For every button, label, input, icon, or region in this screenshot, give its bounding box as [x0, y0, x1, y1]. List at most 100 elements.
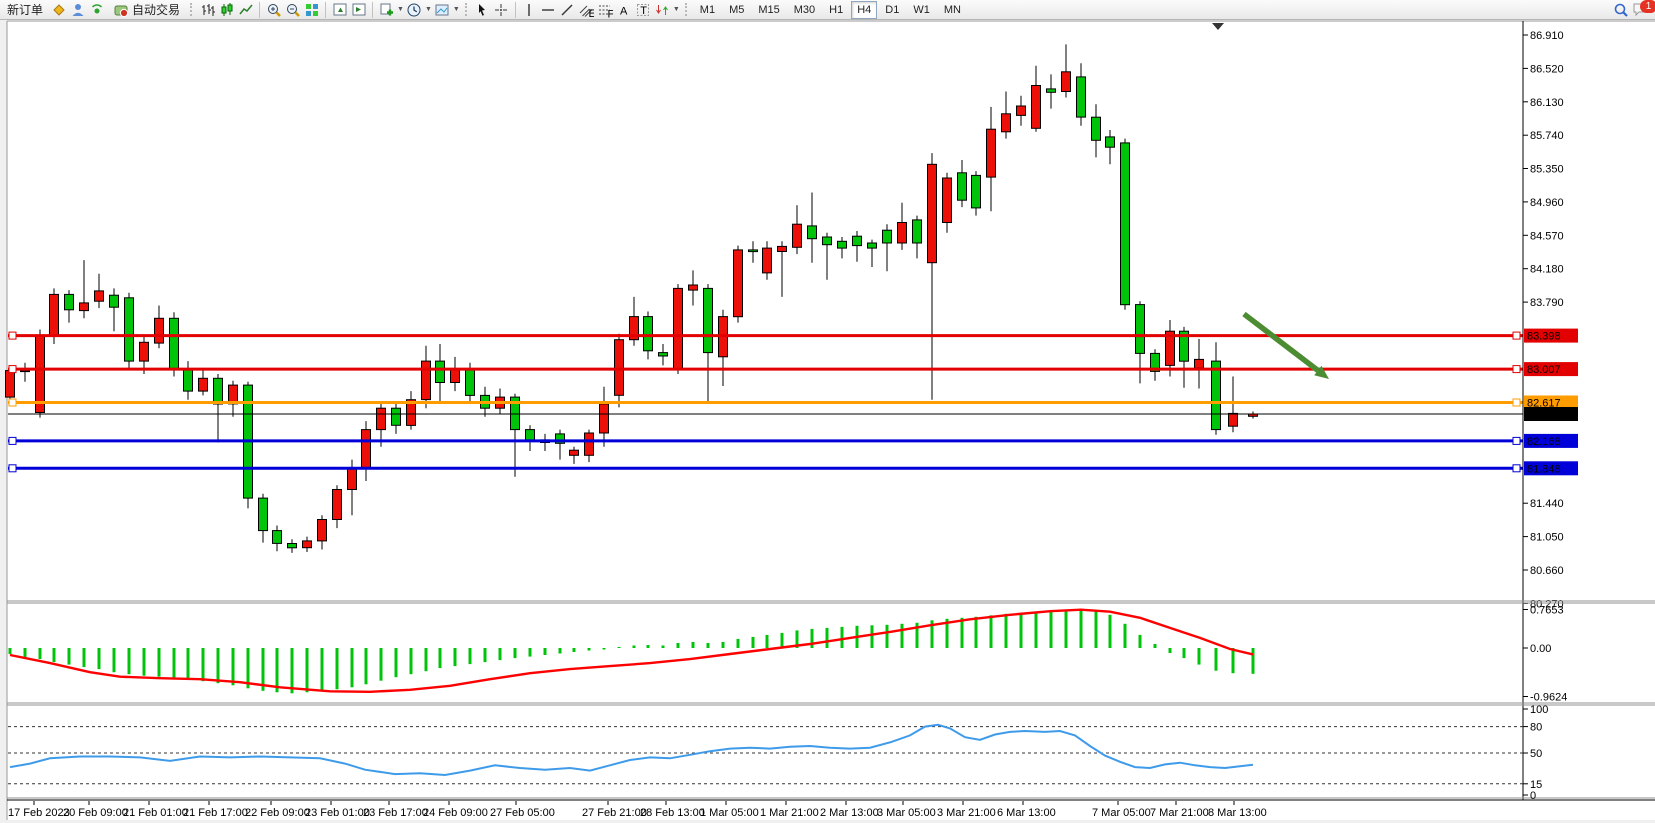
tab-timeframe-h4[interactable]: H4	[851, 1, 877, 19]
candle	[303, 541, 312, 548]
time-axis-label: 27 Feb 21:00	[582, 807, 647, 819]
cascade-charts-icon[interactable]	[350, 2, 367, 18]
line-handle[interactable]	[1513, 366, 1520, 373]
line-handle[interactable]	[9, 366, 16, 373]
svg-text:E: E	[589, 8, 595, 18]
candle	[674, 288, 683, 369]
line-handle[interactable]	[1513, 437, 1520, 444]
tab-timeframe-m15[interactable]: M15	[752, 1, 785, 19]
candle	[958, 173, 967, 200]
chevron-down-icon[interactable]: ▼	[397, 6, 404, 13]
crosshair-icon[interactable]	[493, 2, 510, 18]
bar-chart-icon[interactable]	[199, 2, 216, 18]
fibonacci-icon[interactable]: F	[597, 2, 614, 18]
toolbar-grip	[685, 3, 689, 16]
candle	[704, 288, 713, 352]
candle	[1047, 89, 1056, 92]
candle	[50, 294, 59, 335]
tab-timeframe-m1[interactable]: M1	[694, 1, 721, 19]
svg-text:T: T	[641, 5, 648, 17]
text-tool-icon[interactable]: A	[616, 2, 633, 18]
chevron-down-icon[interactable]: ▼	[673, 6, 680, 13]
tab-timeframe-mn[interactable]: MN	[938, 1, 967, 19]
search-icon[interactable]	[1612, 2, 1629, 18]
candle	[333, 490, 342, 520]
cursor-icon[interactable]	[474, 2, 491, 18]
autotrade-button[interactable]: 自动交易	[107, 0, 185, 20]
candle	[1106, 137, 1115, 147]
profile-icon[interactable]	[69, 2, 86, 18]
time-axis-label: 24 Feb 09:00	[423, 807, 488, 819]
zoom-in-icon[interactable]	[265, 2, 282, 18]
candlestick-chart-icon[interactable]	[218, 2, 235, 18]
candle	[734, 250, 743, 317]
candle	[392, 408, 401, 425]
price-badge-label: 82.482	[1527, 409, 1561, 421]
main-toolbar: 新订单 自动交易 ▼ ▼ ▼ E F A T ▼ M1 M5 M15 M30 H…	[0, 0, 1655, 20]
time-axis-label: 17 Feb 2023	[8, 807, 70, 819]
autotrade-icon	[112, 2, 129, 18]
candle	[838, 241, 847, 248]
candle	[808, 226, 817, 239]
svg-text:F: F	[608, 8, 614, 18]
line-handle[interactable]	[1513, 332, 1520, 339]
candle	[585, 433, 594, 455]
candle	[763, 248, 772, 273]
candle	[65, 294, 74, 309]
line-handle[interactable]	[1513, 399, 1520, 406]
tab-timeframe-d1[interactable]: D1	[879, 1, 905, 19]
tab-timeframe-m5[interactable]: M5	[723, 1, 750, 19]
price-axis-label: 85.740	[1530, 130, 1564, 142]
line-handle[interactable]	[1513, 465, 1520, 472]
candle	[1002, 114, 1011, 132]
tab-timeframe-h1[interactable]: H1	[823, 1, 849, 19]
text-label-icon[interactable]: T	[635, 2, 652, 18]
signals-icon[interactable]	[88, 2, 105, 18]
candle	[170, 318, 179, 369]
tile-windows-icon[interactable]	[303, 2, 320, 18]
tab-timeframe-m30[interactable]: M30	[788, 1, 821, 19]
zoom-out-icon[interactable]	[284, 2, 301, 18]
time-axis-label: 3 Mar 21:00	[937, 807, 996, 819]
rsi-axis-label: 100	[1530, 704, 1548, 716]
toolbar-separator	[259, 2, 260, 18]
line-handle[interactable]	[9, 332, 16, 339]
periods-clock-icon[interactable]	[406, 2, 423, 18]
new-chart-icon[interactable]	[378, 2, 395, 18]
candle	[466, 370, 475, 396]
price-chart[interactable]: UKOil-,H4 82.455 82.512 82.430 82.482 MA…	[0, 0, 1655, 823]
candle	[140, 342, 149, 361]
time-axis-label: 7 Mar 05:00	[1092, 807, 1151, 819]
shapes-icon[interactable]	[654, 2, 671, 18]
price-badge-label: 82.168	[1527, 436, 1561, 448]
new-order-button[interactable]: 新订单	[2, 0, 48, 20]
chevron-down-icon[interactable]: ▼	[425, 6, 432, 13]
tab-timeframe-w1[interactable]: W1	[907, 1, 936, 19]
svg-text:A: A	[620, 5, 628, 17]
candle	[1062, 72, 1071, 92]
line-handle[interactable]	[9, 437, 16, 444]
price-axis-label: 84.960	[1530, 197, 1564, 209]
candle	[943, 178, 952, 223]
horizontal-line-icon[interactable]	[540, 2, 557, 18]
candle	[21, 371, 30, 372]
line-chart-icon[interactable]	[237, 2, 254, 18]
time-axis-label: 23 Feb 01:00	[305, 807, 370, 819]
equidistant-channel-icon[interactable]: E	[578, 2, 595, 18]
chevron-down-icon[interactable]: ▼	[453, 6, 460, 13]
candle	[125, 298, 134, 361]
trendline-icon[interactable]	[559, 2, 576, 18]
candle	[318, 520, 327, 541]
rsi-axis-label: 0	[1530, 790, 1536, 802]
candle	[1212, 361, 1221, 430]
line-handle[interactable]	[9, 465, 16, 472]
vertical-line-icon[interactable]	[521, 2, 538, 18]
arrange-charts-icon[interactable]	[331, 2, 348, 18]
mql5-icon[interactable]	[50, 2, 67, 18]
notifications-button[interactable]: 1	[1631, 1, 1653, 19]
templates-icon[interactable]	[434, 2, 451, 18]
toolbar-separator	[325, 2, 326, 18]
candle	[778, 246, 787, 251]
candle	[659, 353, 668, 356]
line-handle[interactable]	[9, 399, 16, 406]
